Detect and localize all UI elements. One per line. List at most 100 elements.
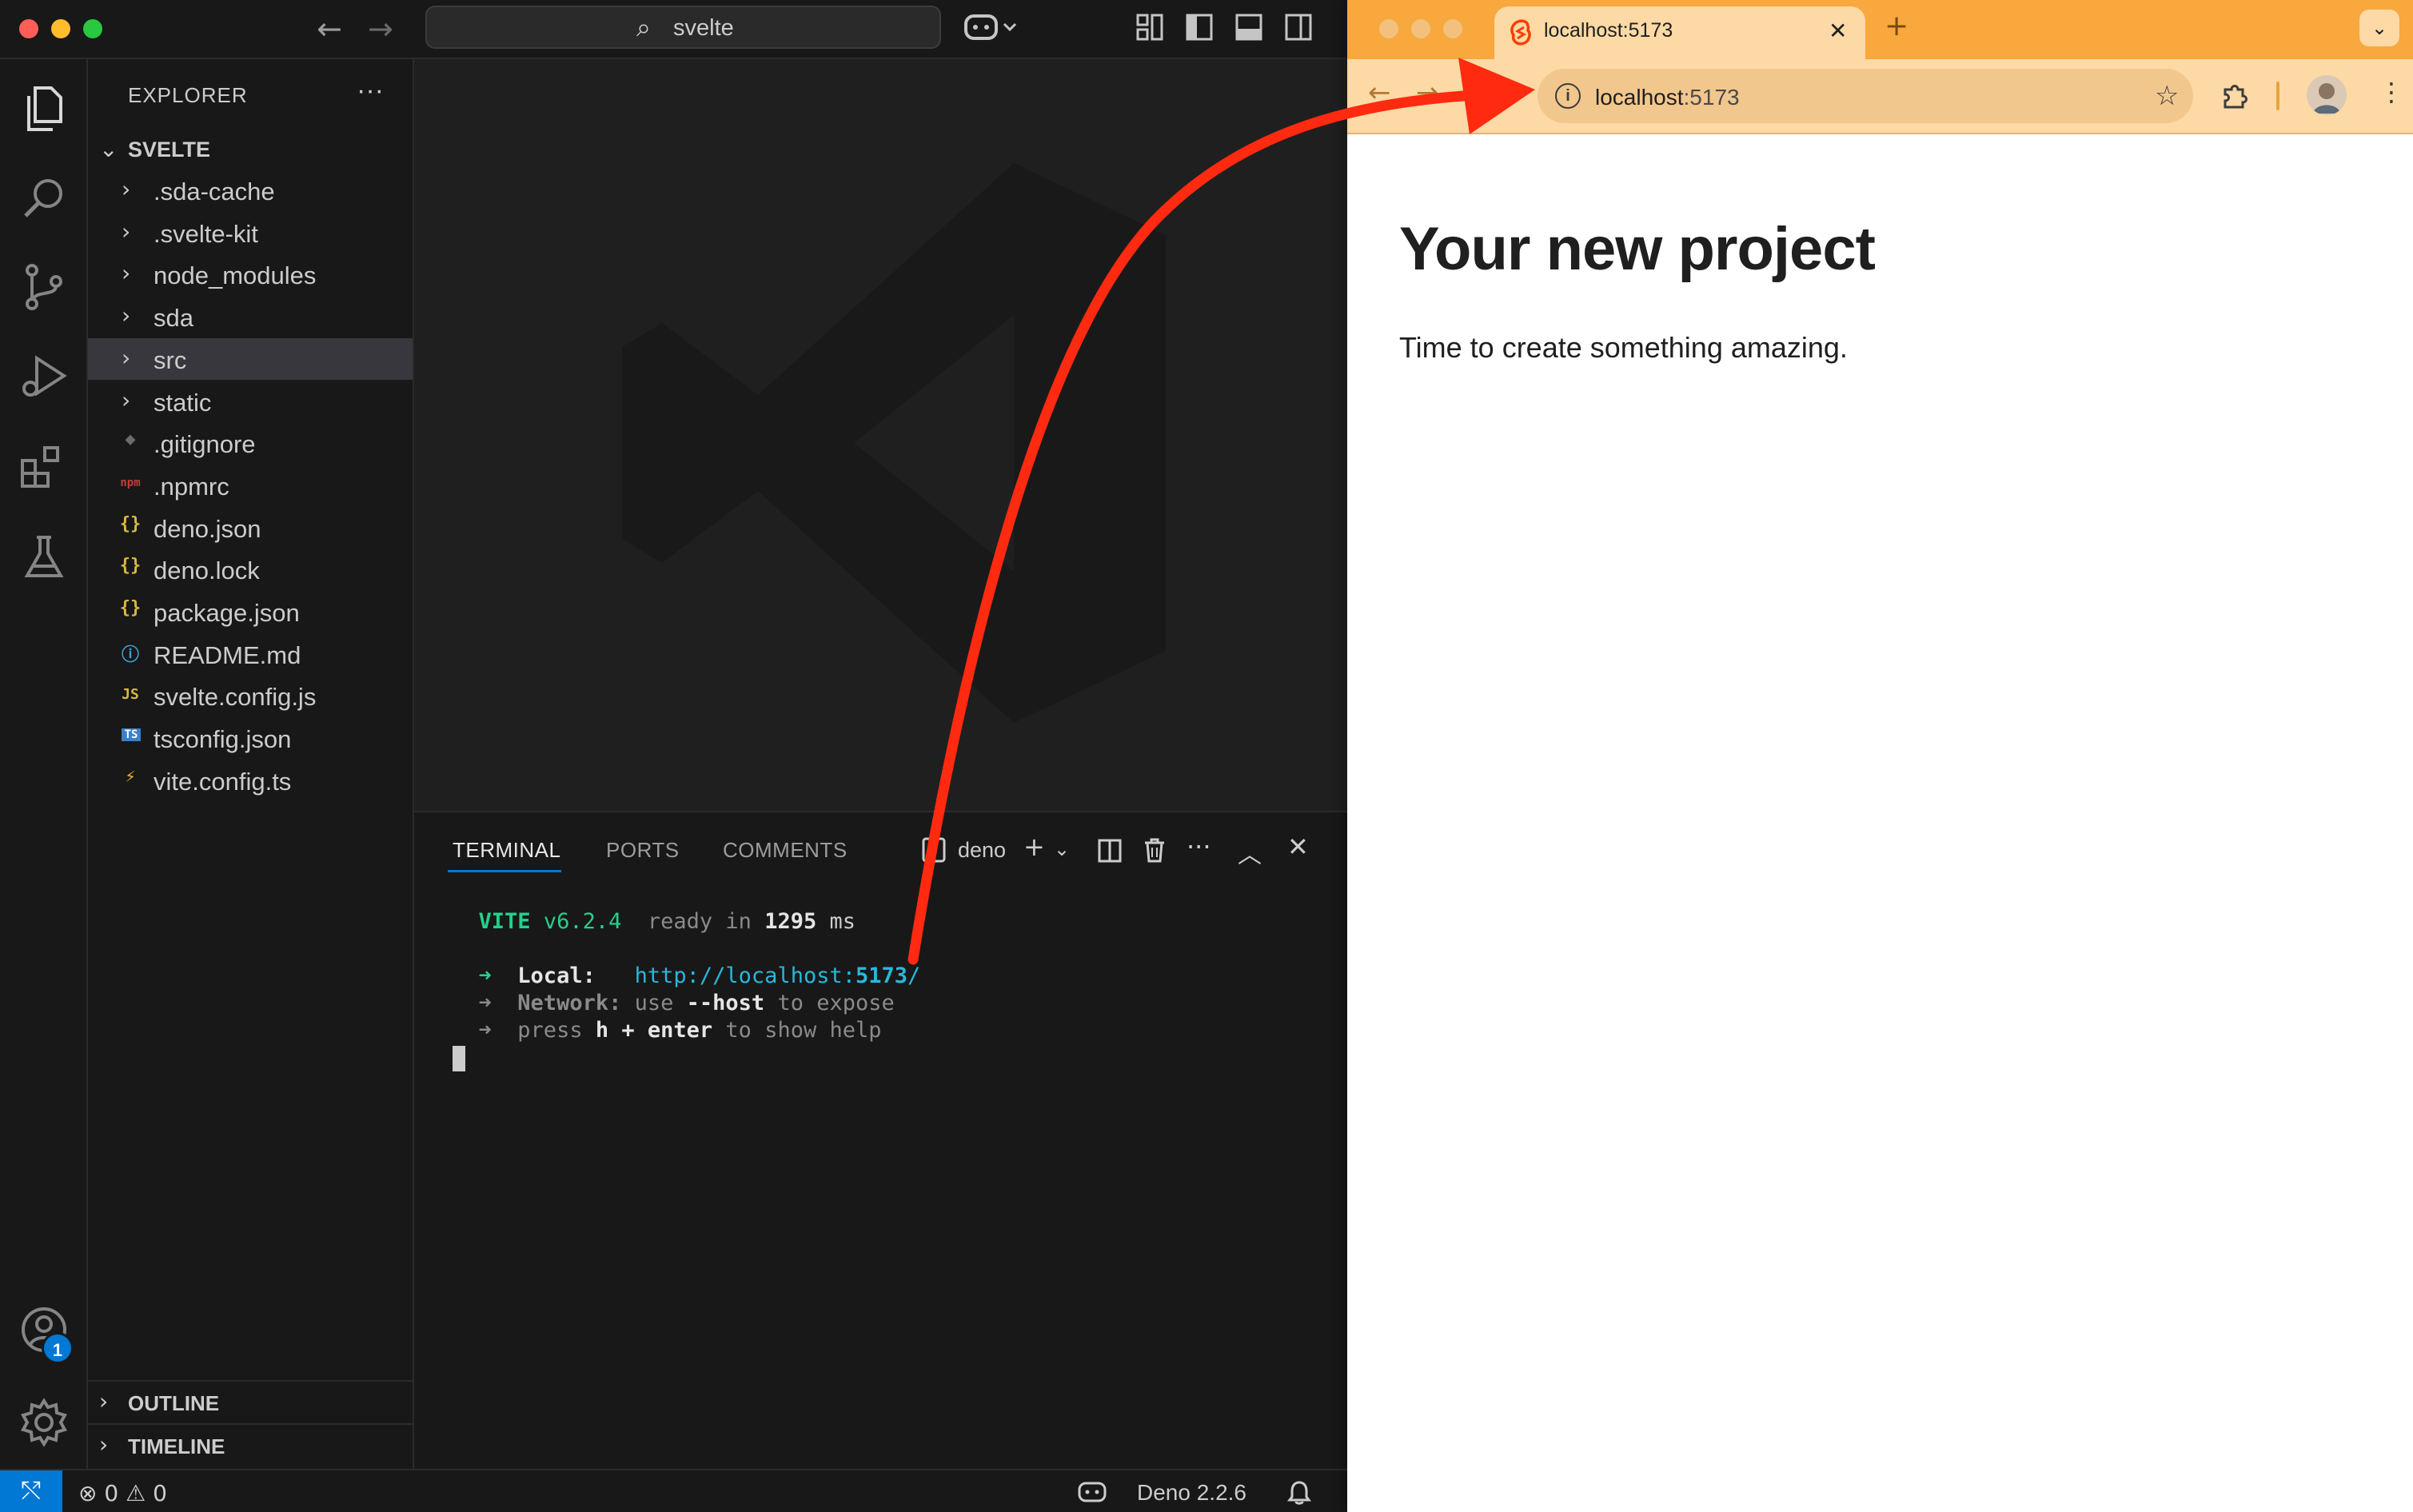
browser-tab-strip: localhost:5173 ✕ + ⌄ <box>1347 0 2413 59</box>
chevron-right-icon: › <box>122 260 131 287</box>
forward-arrow-icon[interactable]: → <box>368 11 393 46</box>
tree-item-label: sda <box>154 304 193 333</box>
vscode-titlebar: ← → ⌕ svelte <box>0 0 1347 59</box>
remote-indicator-icon[interactable]: ⤲ <box>0 1470 62 1512</box>
vite-icon: ⚡ <box>125 766 136 787</box>
tab-terminal[interactable]: TERMINAL <box>453 838 560 863</box>
json-icon: {} <box>119 598 142 618</box>
customize-layout-icon[interactable] <box>1135 13 1164 42</box>
timeline-section[interactable]: › TIMELINE <box>88 1423 413 1465</box>
terminal-output[interactable]: VITE v6.2.4 ready in 1295 ms ➜ Local: ht… <box>453 908 920 1071</box>
maximize-window-button[interactable] <box>83 19 102 38</box>
testing-flask-icon[interactable] <box>16 529 72 585</box>
settings-gear-icon[interactable] <box>16 1394 72 1450</box>
minimize-window-button[interactable] <box>1411 19 1430 38</box>
new-tab-plus-icon[interactable]: + <box>1885 10 1908 42</box>
minimize-window-button[interactable] <box>51 19 70 38</box>
close-window-button[interactable] <box>1379 19 1398 38</box>
url-host: localhost <box>1595 85 1684 110</box>
tree-file-item[interactable]: ◆ .gitignore <box>88 422 413 464</box>
tree-file-item[interactable]: {} deno.lock <box>88 549 413 590</box>
maximize-panel-icon[interactable]: ︿ <box>1238 835 1262 870</box>
tree-folder-item[interactable]: › node_modules <box>88 253 413 295</box>
workspace-folder-header[interactable]: ⌄ SVELTE <box>88 133 413 170</box>
tree-item-label: .svelte-kit <box>154 219 258 248</box>
forward-arrow-icon[interactable]: → <box>1416 77 1439 109</box>
outline-section[interactable]: › OUTLINE <box>88 1380 413 1422</box>
chevron-down-icon[interactable]: ⌄ <box>1054 838 1070 860</box>
tree-file-item[interactable]: ⚡ vite.config.ts <box>88 760 413 801</box>
terminal-cursor <box>453 1045 465 1071</box>
chevron-right-icon: › <box>99 1388 109 1414</box>
toggle-panel-icon[interactable] <box>1234 13 1263 42</box>
chevron-right-icon: › <box>122 217 131 245</box>
status-bar: ⤲ ⊗ 0 ⚠ 0 Deno 2.2.6 <box>0 1469 1347 1512</box>
tree-folder-item[interactable]: › .sda-cache <box>88 170 413 211</box>
tree-file-item[interactable]: {} package.json <box>88 591 413 632</box>
copilot-icon[interactable] <box>964 11 1020 43</box>
close-window-button[interactable] <box>19 19 38 38</box>
reload-icon[interactable]: ↻ <box>1464 77 1487 109</box>
tree-file-item[interactable]: ⓘ README.md <box>88 633 413 675</box>
browser-tab-active[interactable]: localhost:5173 ✕ <box>1494 6 1865 59</box>
notifications-bell-icon[interactable] <box>1287 1480 1311 1511</box>
active-tab-indicator <box>448 870 561 872</box>
tree-folder-item[interactable]: › .svelte-kit <box>88 212 413 253</box>
svelte-favicon-icon <box>1510 19 1531 46</box>
error-count: 0 <box>104 1480 119 1506</box>
accounts-notification-badge: 1 <box>42 1332 74 1364</box>
tree-item-label: node_modules <box>154 261 317 290</box>
problems-indicator[interactable]: ⊗ 0 ⚠ 0 <box>78 1480 167 1506</box>
more-actions-icon[interactable]: ··· <box>1187 832 1211 862</box>
info-icon: ⓘ <box>121 644 139 665</box>
trash-icon[interactable] <box>1142 836 1167 864</box>
command-center-search[interactable]: ⌕ svelte <box>425 6 941 49</box>
tree-folder-item[interactable]: › src <box>88 337 413 380</box>
terminal-instance-name[interactable]: deno <box>958 838 1006 863</box>
toggle-primary-sidebar-icon[interactable] <box>1185 13 1214 42</box>
tree-folder-item[interactable]: › sda <box>88 296 413 337</box>
maximize-window-button[interactable] <box>1443 19 1462 38</box>
outline-section-label: OUTLINE <box>128 1391 220 1415</box>
site-info-icon[interactable]: i <box>1555 83 1581 109</box>
copilot-status-icon[interactable] <box>1078 1480 1107 1510</box>
tree-item-label: svelte.config.js <box>154 683 317 712</box>
bookmark-star-icon[interactable]: ☆ <box>2155 80 2179 112</box>
runtime-version[interactable]: Deno 2.2.6 <box>1137 1480 1246 1506</box>
toggle-secondary-sidebar-icon[interactable] <box>1284 13 1313 42</box>
run-debug-icon[interactable] <box>16 349 72 405</box>
tree-file-item[interactable]: JS svelte.config.js <box>88 675 413 716</box>
close-tab-icon[interactable]: ✕ <box>1829 18 1847 44</box>
tab-ports[interactable]: PORTS <box>606 838 680 863</box>
tab-comments[interactable]: COMMENTS <box>723 838 848 863</box>
extensions-puzzle-icon[interactable] <box>2219 80 2251 112</box>
search-icon[interactable] <box>16 171 72 227</box>
json-icon: {} <box>119 556 142 576</box>
new-terminal-plus-icon[interactable]: + <box>1023 832 1045 862</box>
tree-item-label: .gitignore <box>154 430 256 459</box>
extensions-icon[interactable] <box>16 438 72 494</box>
split-terminal-icon[interactable] <box>1097 838 1123 864</box>
vscode-window: ← → ⌕ svelte 1 EXPLORER ··· ⌄ SVELTE › .… <box>0 0 1347 1512</box>
terminal-line-local: ➜ Local: http://localhost:5173/ <box>478 963 921 988</box>
command-center-text: svelte <box>673 15 734 41</box>
explorer-files-icon[interactable] <box>16 80 72 136</box>
address-bar[interactable]: i localhost:5173 ☆ <box>1538 69 2193 123</box>
tree-file-item[interactable]: {} deno.json <box>88 507 413 549</box>
tree-item-label: static <box>154 388 212 417</box>
tree-item-label: package.json <box>154 599 300 627</box>
back-arrow-icon[interactable]: ← <box>1368 77 1391 109</box>
explorer-sidebar: EXPLORER ··· ⌄ SVELTE › .sda-cache › .svelt… <box>88 59 414 1469</box>
more-actions-icon[interactable]: ··· <box>357 75 384 106</box>
back-arrow-icon[interactable]: ← <box>317 11 342 46</box>
tab-search-chevron-icon[interactable]: ⌄ <box>2359 10 2399 46</box>
tree-folder-item[interactable]: › static <box>88 381 413 422</box>
browser-toolbar: ← → ↻ i localhost:5173 ☆ ⋮ <box>1347 59 2413 134</box>
warning-count: 0 <box>153 1480 167 1506</box>
tree-file-item[interactable]: TS tsconfig.json <box>88 717 413 759</box>
close-panel-icon[interactable]: ✕ <box>1287 832 1309 862</box>
tree-file-item[interactable]: npm .npmrc <box>88 465 413 506</box>
source-control-icon[interactable] <box>16 259 72 315</box>
profile-avatar[interactable] <box>2307 75 2347 115</box>
browser-menu-kebab-icon[interactable]: ⋮ <box>2379 77 2404 107</box>
